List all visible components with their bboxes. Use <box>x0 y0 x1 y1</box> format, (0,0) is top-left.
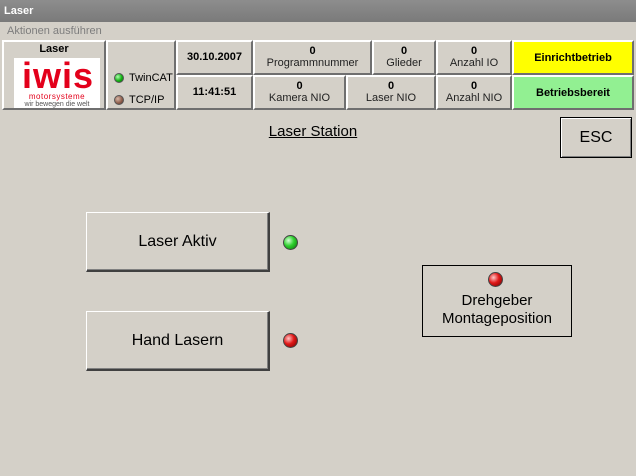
menu-actions[interactable]: Aktionen ausführen <box>0 22 636 40</box>
date-display: 30.10.2007 <box>176 40 253 75</box>
hand-laser-button[interactable]: Hand Lasern <box>86 311 270 371</box>
twincat-led-icon <box>114 73 124 83</box>
encoder-label: Drehgeber Montageposition <box>423 292 571 328</box>
encoder-label-line1: Drehgeber <box>461 292 533 309</box>
count-nio-counter: 0 Anzahl NIO <box>436 75 512 110</box>
hand-laser-led-icon <box>283 333 298 348</box>
ready-indicator: Betriebsbereit <box>512 75 634 110</box>
tcpip-led-icon <box>114 95 124 105</box>
connection-status: TwinCAT TCP/IP <box>106 40 176 110</box>
twincat-label: TwinCAT <box>129 72 173 84</box>
links-counter: 0 Glieder <box>372 40 436 75</box>
time-display: 11:41:51 <box>176 75 253 110</box>
logo-slogan: wir bewegen die welt <box>24 101 90 108</box>
mode-indicator: Einrichtbetrieb <box>512 40 634 75</box>
count-io-counter: 0 Anzahl IO <box>436 40 512 75</box>
company-logo: iwis motorsysteme wir bewegen die welt <box>14 58 100 108</box>
laser-active-button[interactable]: Laser Aktiv <box>86 212 270 272</box>
window-title: Laser <box>0 0 636 22</box>
logo-brand: iwis <box>21 55 95 96</box>
logo-panel: Laser iwis motorsysteme wir bewegen die … <box>2 40 106 110</box>
esc-button[interactable]: ESC <box>560 117 632 158</box>
laser-nio-counter: 0 Laser NIO <box>346 75 436 110</box>
encoder-label-line2: Montageposition <box>441 310 553 327</box>
twincat-status: TwinCAT <box>114 71 173 85</box>
tcpip-label: TCP/IP <box>129 94 165 106</box>
program-number-counter: 0 Programmnummer <box>253 40 372 75</box>
camera-nio-counter: 0 Kamera NIO <box>253 75 346 110</box>
tcpip-status: TCP/IP <box>114 93 164 107</box>
encoder-led-icon <box>488 272 503 287</box>
logo-subtitle: motorsysteme <box>28 92 86 101</box>
page-title: Laser Station <box>268 123 358 140</box>
encoder-panel: Drehgeber Montageposition <box>422 265 572 337</box>
laser-active-led-icon <box>283 235 298 250</box>
